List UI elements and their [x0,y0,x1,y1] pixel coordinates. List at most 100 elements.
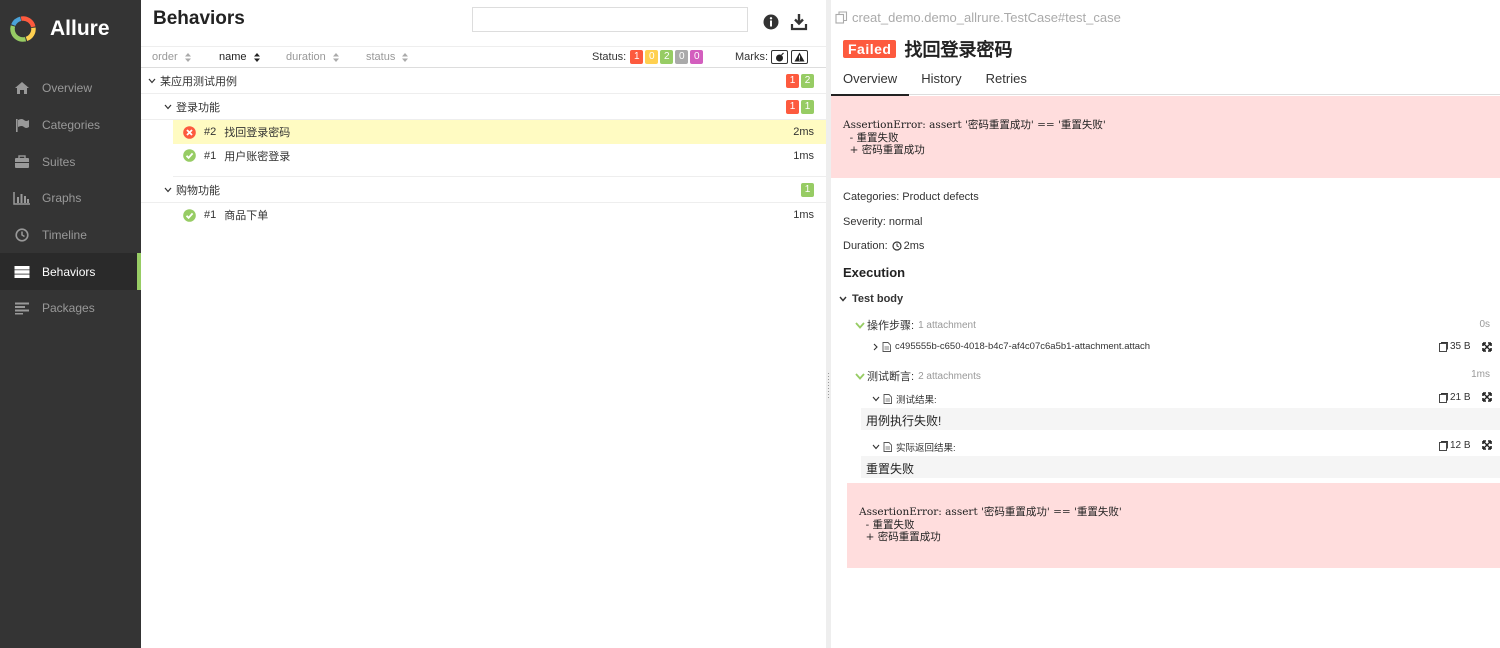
warning-icon [794,52,805,62]
filter-unknown-badge[interactable]: 0 [690,50,704,64]
sidebar-item-label: Packages [42,301,95,316]
testcase-pane: creat_demo.demo_allrure.TestCase#test_ca… [831,0,1500,648]
sidebar-item-label: Timeline [42,228,87,243]
tree-test-row[interactable]: #1 商品下单 1ms [173,203,826,227]
filter-failed-badge[interactable]: 1 [630,50,644,64]
attachment-size-value: 35 B [1450,341,1471,352]
status-filter-label: Status: [592,51,627,63]
step-duration: 1ms [1471,369,1490,380]
attachment-row[interactable]: c495555b-c650-4018-b4c7-af4c07c6a5b1-att… [873,341,1150,352]
chevron-down-icon [164,187,172,193]
status-filter: Status: 1 0 2 0 0 [592,50,704,64]
sort-by-name[interactable]: name [219,51,260,63]
briefcase-icon [12,154,32,170]
attachment-name: 测试结果: [896,395,937,406]
tree-test-row[interactable]: #1 用户账密登录 1ms [173,144,826,177]
test-body-label: Test body [852,293,904,305]
sidebar-item-behaviors[interactable]: Behaviors [0,253,141,291]
failed-status-icon [183,125,196,139]
sort-label: order [152,51,178,63]
download-icon[interactable] [789,12,809,32]
sort-icon [184,52,191,62]
file-icon [882,341,891,352]
expand-icon[interactable] [1482,392,1492,402]
tree-group-epic[interactable]: 某应用测试用例 1 2 [141,68,826,94]
copy-icon [835,11,848,24]
brand[interactable]: Allure [0,0,141,58]
sidebar-item-label: Behaviors [42,264,96,279]
sidebar-item-packages[interactable]: Packages [0,290,141,327]
step-attachment-count: 1 attachment [918,319,976,331]
failed-count-badge: 1 [786,100,799,114]
sidebar-item-label: Suites [42,154,76,169]
attachment-row[interactable]: 实际返回结果: [872,440,956,454]
sidebar-item-suites[interactable]: Suites [0,143,141,180]
sidebar-item-categories[interactable]: Categories [0,107,141,144]
tree-group-feature[interactable]: 购物功能 1 [141,177,826,203]
sort-by-duration[interactable]: duration [286,51,339,63]
sidebar-item-label: Categories [42,118,101,133]
filter-passed-badge[interactable]: 2 [660,50,674,64]
tree-test-row[interactable]: #2 找回登录密码 2ms [173,120,826,144]
allure-logo-icon [10,16,36,42]
tab-retries[interactable]: Retries [974,66,1039,95]
splitter-grip-icon [827,372,830,398]
testcase-path[interactable]: creat_demo.demo_allrure.TestCase#test_ca… [835,10,1121,25]
passed-status-icon [183,208,196,222]
testcase-tabs: Overview History Retries [831,66,1500,96]
expand-icon[interactable] [1482,342,1492,352]
group-stats: 1 [799,183,814,197]
tab-history[interactable]: History [909,66,973,95]
failed-count-badge: 1 [786,74,799,88]
duration-value: 2ms [903,240,925,252]
chevron-right-icon [873,343,878,350]
expand-icon[interactable] [1482,440,1492,450]
attachment-size: 35 B [1439,341,1471,352]
attachment-row[interactable]: 测试结果: [872,392,937,406]
filter-broken-badge[interactable]: 0 [645,50,659,64]
sort-by-status[interactable]: status [366,51,409,63]
chevron-down-icon [148,78,156,84]
test-number: #1 [204,149,217,162]
chevron-down-icon [872,444,880,450]
file-size-icon [1439,392,1448,403]
marks-label: Marks: [735,51,768,63]
tab-overview[interactable]: Overview [831,66,910,96]
sidebar-item-timeline[interactable]: Timeline [0,217,141,254]
behaviors-pane: Behaviors order name duration status Sta… [141,0,826,648]
sort-bar: order name duration status Status: 1 0 2… [141,46,826,68]
behaviors-tree: 某应用测试用例 1 2 登录功能 1 1 #2 找回登录密码 2ms #1 用户… [141,68,826,227]
flaky-mark-toggle[interactable] [771,50,788,64]
filter-skipped-badge[interactable]: 0 [675,50,689,64]
chevron-down-icon [855,372,865,380]
attachment-size: 12 B [1439,440,1471,451]
duration-line: Duration: 2ms [843,240,924,252]
file-icon [883,394,892,404]
sidebar-item-label: Graphs [42,191,82,206]
group-stats: 1 1 [784,100,814,114]
group-name: 购物功能 [176,184,220,197]
sidebar: Allure Overview Categories Suites Graphs… [0,0,141,648]
sort-by-order[interactable]: order [152,51,191,63]
sort-icon [402,52,409,62]
align-left-icon [12,300,32,316]
file-size-icon [1439,341,1448,352]
attachment-name: 实际返回结果: [896,443,956,454]
marks-filter: Marks: [735,50,808,64]
behaviors-header: Behaviors [141,0,826,46]
search-input[interactable] [472,7,748,32]
sidebar-item-overview[interactable]: Overview [0,70,141,107]
test-body-toggle[interactable]: Test body [839,293,903,305]
sidebar-item-graphs[interactable]: Graphs [0,180,141,217]
page-title: Behaviors [153,8,245,29]
step-row[interactable]: 操作步骤: 1 attachment [855,317,976,333]
step-row[interactable]: 测试断言: 2 attachments [855,368,981,384]
execution-title: Execution [843,265,906,280]
attachment-size-value: 21 B [1450,392,1471,403]
error-message: AssertionError: assert '密码重置成功' == '重置失败… [831,96,1500,178]
tree-group-feature[interactable]: 登录功能 1 1 [141,94,826,120]
error-message-bottom: AssertionError: assert '密码重置成功' == '重置失败… [847,483,1500,568]
info-icon[interactable] [761,12,781,32]
new-failed-mark-toggle[interactable] [791,50,808,64]
test-duration: 1ms [793,150,814,162]
